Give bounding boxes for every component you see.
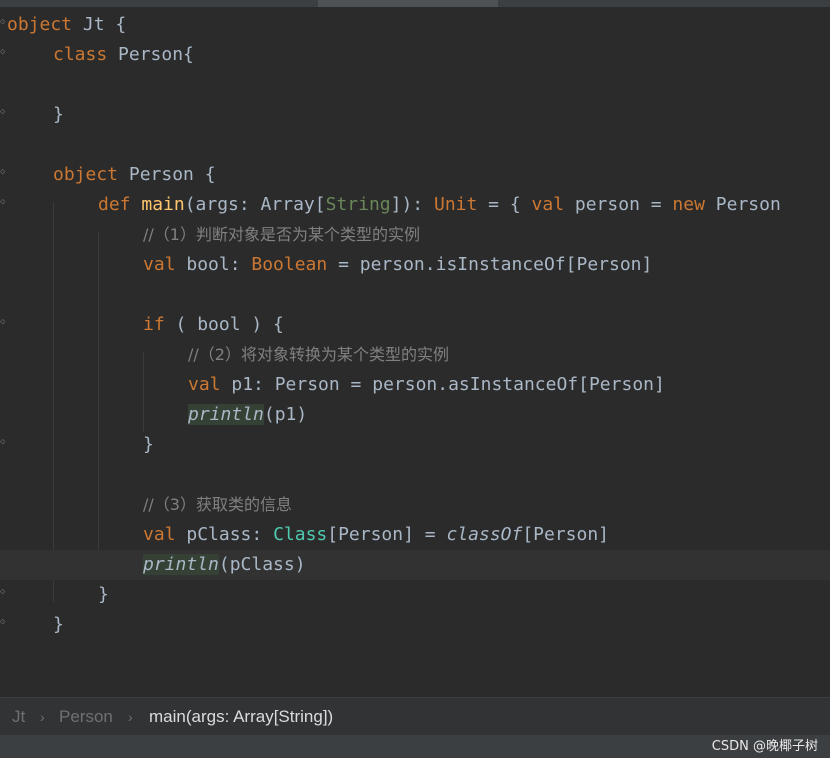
brace: } — [53, 104, 64, 125]
status-bar — [0, 735, 830, 758]
code-line: object Person { — [0, 160, 830, 190]
function-name: main — [130, 194, 185, 215]
keyword: val — [188, 374, 221, 395]
code-line: } — [0, 430, 830, 460]
code-text: [Person] = — [327, 524, 447, 545]
code-line: class Person{ — [0, 40, 830, 70]
code-text: ( bool ) { — [164, 314, 284, 335]
keyword: class — [53, 44, 108, 65]
keyword: object — [53, 164, 119, 185]
code-line: } — [0, 580, 830, 610]
code-line: val bool: Boolean = person.isInstanceOf[… — [0, 250, 830, 280]
identifier: Jt { — [72, 14, 127, 35]
code-line: val pClass: Class[Person] = classOf[Pers… — [0, 520, 830, 550]
function-call: classOf — [446, 524, 523, 545]
chevron-right-icon: › — [128, 709, 133, 725]
code-text: ]): — [390, 194, 434, 215]
code-text: (pClass) — [218, 554, 306, 575]
code-text: Person — [704, 194, 781, 215]
identifier: Person { — [118, 164, 216, 185]
keyword: new — [672, 194, 705, 215]
keyword: if — [143, 314, 165, 335]
code-line: } — [0, 100, 830, 130]
brace: } — [98, 584, 109, 605]
code-comment: //（1）判断对象是否为某个类型的实例 — [143, 225, 420, 244]
code-editor[interactable]: ◇ ◇ ◇ ◇ ◇ ◇ ◇ ◇ ◇ object Jt { class Pers… — [0, 7, 830, 697]
brace: } — [53, 614, 64, 635]
code-line: object Jt { — [0, 10, 830, 40]
chevron-right-icon: › — [40, 709, 45, 725]
identifier: Person{ — [107, 44, 194, 65]
code-text: [Person] — [522, 524, 610, 545]
watermark: CSDN @晚椰子树 — [711, 739, 818, 754]
code-comment: //（2）将对象转换为某个类型的实例 — [188, 345, 449, 364]
code-line: //（1）判断对象是否为某个类型的实例 — [0, 220, 830, 250]
keyword: val — [143, 254, 176, 275]
code-text: p1: Person = person.asInstanceOf[Person] — [220, 374, 665, 395]
code-line: //（2）将对象转换为某个类型的实例 — [0, 340, 830, 370]
function-call: println — [143, 554, 219, 575]
code-text: person = — [564, 194, 673, 215]
keyword: object — [7, 14, 73, 35]
keyword: def — [98, 194, 131, 215]
code-line: //（3）获取类的信息 — [0, 490, 830, 520]
code-line: if ( bool ) { — [0, 310, 830, 340]
breadcrumb-item-main[interactable]: main(args: Array[String]) — [149, 698, 333, 736]
keyword: val — [531, 194, 565, 215]
type-name: Boolean — [251, 254, 328, 275]
editor-tab-strip — [0, 0, 830, 7]
breadcrumb-item-person[interactable]: Person — [59, 698, 113, 736]
code-text: (args: Array[ — [184, 194, 326, 215]
type-name: Unit — [433, 194, 478, 215]
code-text: = { — [477, 194, 532, 215]
brace: } — [143, 434, 154, 455]
type-name: String — [325, 194, 391, 215]
code-text: = person.isInstanceOf[Person] — [327, 254, 653, 275]
keyword: val — [143, 524, 176, 545]
breadcrumb: Jt › Person › main(args: Array[String]) — [0, 697, 830, 736]
code-text: pClass: — [175, 524, 274, 545]
editor-tab[interactable] — [318, 0, 498, 7]
code-comment: //（3）获取类的信息 — [143, 495, 292, 514]
type-name: Class — [273, 524, 328, 545]
code-text: (p1) — [263, 404, 308, 425]
code-text: bool: — [175, 254, 252, 275]
code-line-current: println(pClass) — [0, 550, 830, 580]
code-line: } — [0, 610, 830, 640]
code-line: println(p1) — [0, 400, 830, 430]
breadcrumb-item-jt[interactable]: Jt — [12, 698, 25, 736]
code-line: val p1: Person = person.asInstanceOf[Per… — [0, 370, 830, 400]
code-line: def main(args: Array[String]): Unit = { … — [0, 190, 830, 220]
function-call: println — [188, 404, 264, 425]
